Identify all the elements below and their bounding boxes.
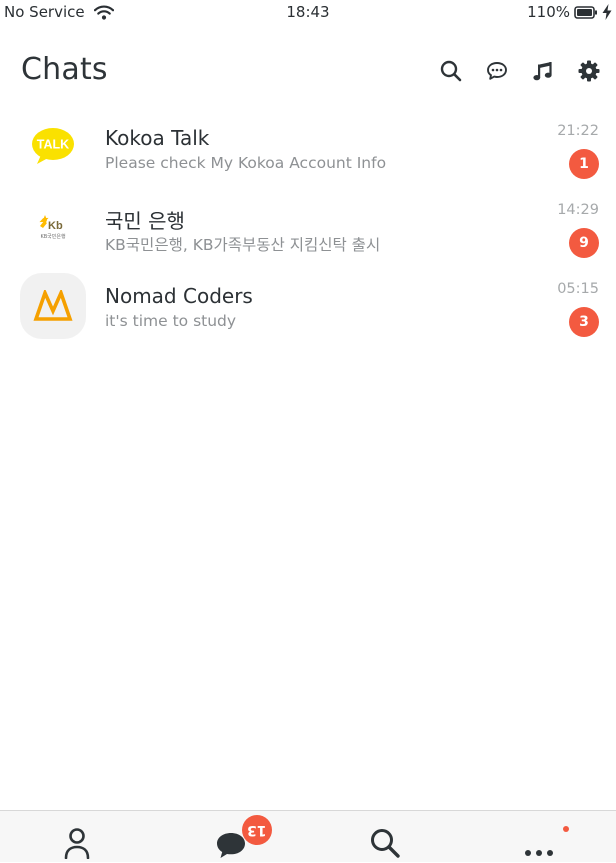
chat-preview: Please check My Kokoa Account Info [105, 154, 387, 172]
settings-button[interactable] [574, 56, 604, 86]
avatar: TALK [20, 115, 86, 181]
chat-list: TALK Kokoa Talk Please check My Kokoa Ac… [0, 112, 616, 349]
nomad-coders-logo-icon [33, 290, 73, 321]
status-bar: No Service 18:43 110% [0, 0, 616, 24]
chat-name: Kokoa Talk [105, 126, 210, 150]
status-time: 18:43 [286, 3, 330, 21]
page-title: Chats [21, 52, 108, 87]
search-icon [440, 60, 462, 82]
search-button[interactable] [436, 56, 466, 86]
new-chat-button[interactable] [482, 56, 512, 86]
status-right: 110% [527, 3, 612, 21]
chat-item-kokoa-talk[interactable]: TALK Kokoa Talk Please check My Kokoa Ac… [0, 112, 616, 191]
search-tab[interactable] [308, 811, 462, 863]
music-icon [533, 62, 552, 81]
header: Chats [0, 44, 616, 100]
unread-badge: 9 [569, 228, 599, 258]
unread-badge: 1 [569, 149, 599, 179]
search-icon [371, 829, 400, 858]
unread-badge: 3 [569, 307, 599, 337]
more-tab[interactable] [462, 811, 616, 863]
person-icon [64, 828, 90, 859]
avatar [20, 273, 86, 339]
chat-time: 14:29 [557, 202, 599, 218]
kb-logo-caption: KB국민은행 [40, 233, 66, 240]
chat-preview: it's time to study [105, 312, 237, 330]
friends-tab[interactable] [0, 811, 154, 863]
chats-tab[interactable]: 13 [154, 811, 308, 863]
chat-preview: KB국민은행, KB가족부동산 지킴신탁 출시 [105, 236, 381, 254]
kokoa-talk-logo-text: TALK [37, 138, 69, 152]
settings-icon [578, 60, 600, 82]
battery-percent: 110% [527, 3, 570, 21]
kb-logo-letters: Kb [48, 220, 63, 232]
new-chat-icon [487, 62, 507, 80]
notification-dot [563, 826, 569, 832]
avatar: Kb KB국민은행 [20, 194, 86, 260]
chat-name: Nomad Coders [105, 284, 253, 308]
kokoa-talk-logo-icon: TALK [32, 128, 74, 164]
chat-name: 국민 은행 [105, 209, 185, 233]
more-icon [525, 850, 553, 856]
chat-item-kb-bank[interactable]: Kb KB국민은행 국민 은행 KB국민은행, KB가족부동산 지킴신탁 출시 … [0, 191, 616, 270]
chats-tab-badge-count: 13 [247, 822, 267, 838]
tab-bar: 13 [0, 810, 616, 862]
chat-time: 05:15 [557, 281, 599, 297]
chats-tab-badge: 13 [242, 815, 272, 845]
header-actions [436, 56, 604, 86]
battery-icon [574, 5, 598, 19]
chat-time: 21:22 [557, 123, 599, 139]
music-button[interactable] [528, 56, 558, 86]
chat-item-nomad-coders[interactable]: Nomad Coders it's time to study 05:15 3 [0, 270, 616, 349]
kb-bank-logo-icon: Kb KB국민은행 [39, 215, 66, 240]
charging-icon [602, 4, 612, 20]
